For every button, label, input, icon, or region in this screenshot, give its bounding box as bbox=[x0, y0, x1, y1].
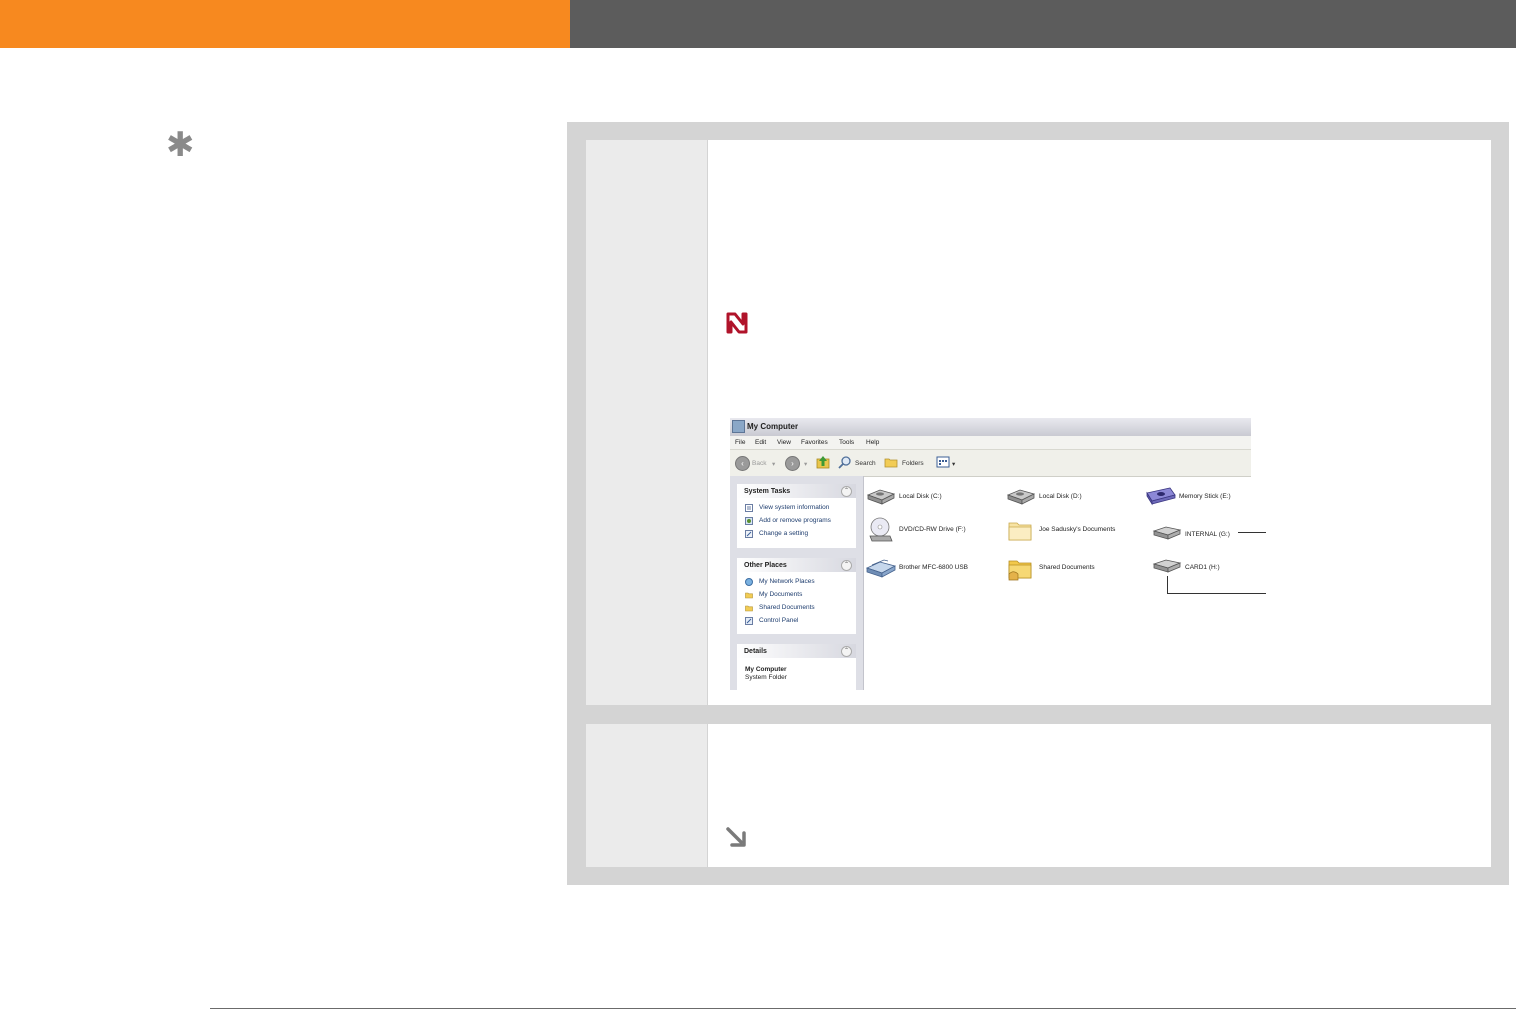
network-globe-icon bbox=[745, 578, 753, 586]
system-tasks-panel: System Tasks ⌃ View system information A… bbox=[737, 484, 856, 548]
step-number-cell bbox=[586, 724, 707, 867]
collapse-chevron-icon[interactable]: ⌃ bbox=[841, 646, 852, 657]
control-panel-icon bbox=[745, 617, 753, 625]
views-dropdown-icon[interactable]: ▾ bbox=[952, 460, 955, 468]
header-bar-gray bbox=[570, 0, 1516, 48]
asterisk-icon: ✱ bbox=[166, 125, 195, 165]
memory-stick-icon bbox=[1146, 487, 1176, 506]
toolbar: ‹ Back ▾ › ▾ Search Folders ▾ bbox=[730, 450, 1251, 477]
menu-edit[interactable]: Edit bbox=[755, 439, 766, 446]
menu-view[interactable]: View bbox=[777, 439, 791, 446]
views-icon[interactable] bbox=[936, 455, 950, 469]
back-dropdown-icon[interactable]: ▾ bbox=[772, 460, 775, 468]
arrow-down-right-icon bbox=[726, 827, 746, 847]
details-title: Details bbox=[744, 648, 767, 655]
removable-drive-icon bbox=[1152, 526, 1182, 540]
callout-line-card-vertical bbox=[1167, 576, 1168, 594]
callout-line-card-horizontal bbox=[1167, 593, 1266, 594]
other-places-title: Other Places bbox=[744, 562, 787, 569]
folders-button-label[interactable]: Folders bbox=[902, 460, 924, 467]
collapse-chevron-icon[interactable]: ⌃ bbox=[841, 486, 852, 497]
header-bar-orange bbox=[0, 0, 570, 48]
menu-file[interactable]: File bbox=[735, 439, 745, 446]
collapse-chevron-icon[interactable]: ⌃ bbox=[841, 560, 852, 571]
menu-tools[interactable]: Tools bbox=[839, 439, 854, 446]
info-document-icon bbox=[745, 504, 753, 512]
step-number-cell bbox=[586, 140, 707, 705]
search-button-label[interactable]: Search bbox=[855, 460, 876, 467]
other-places-panel: Other Places ⌃ My Network Places My Docu… bbox=[737, 558, 856, 634]
folder-icon bbox=[745, 605, 753, 612]
task-pane: System Tasks ⌃ View system information A… bbox=[730, 476, 864, 690]
up-folder-icon[interactable] bbox=[816, 455, 830, 469]
settings-icon bbox=[745, 530, 753, 538]
back-arrow-icon[interactable]: ‹ bbox=[735, 456, 750, 471]
details-name: My Computer bbox=[745, 666, 787, 673]
folder-icon bbox=[745, 592, 753, 599]
search-icon[interactable] bbox=[838, 455, 852, 469]
hard-drive-icon bbox=[1006, 489, 1036, 505]
system-tasks-title: System Tasks bbox=[744, 488, 791, 495]
forward-dropdown-icon[interactable]: ▾ bbox=[804, 460, 807, 468]
window-title: My Computer bbox=[747, 422, 799, 431]
details-type: System Folder bbox=[745, 674, 787, 681]
shared-folder-icon bbox=[1008, 560, 1032, 581]
hard-drive-icon bbox=[866, 489, 896, 505]
programs-icon bbox=[745, 517, 753, 525]
note-icon bbox=[726, 312, 748, 334]
computer-icon bbox=[732, 420, 745, 433]
title-bar: My Computer bbox=[730, 418, 1251, 436]
folder-icon bbox=[1008, 522, 1032, 541]
folders-icon[interactable] bbox=[884, 455, 898, 469]
scanner-printer-icon bbox=[866, 559, 896, 578]
menu-help[interactable]: Help bbox=[866, 439, 879, 446]
menu-bar: File Edit View Favorites Tools Help bbox=[730, 436, 1251, 450]
step-body-cell bbox=[708, 724, 1491, 867]
callout-line-internal bbox=[1238, 532, 1266, 533]
menu-favorites[interactable]: Favorites bbox=[801, 439, 828, 446]
back-button-label[interactable]: Back bbox=[752, 460, 766, 467]
dvd-drive-icon bbox=[869, 517, 893, 542]
footer-rule bbox=[210, 1008, 1516, 1009]
forward-arrow-icon[interactable]: › bbox=[785, 456, 800, 471]
details-panel: Details ⌃ My Computer System Folder bbox=[737, 644, 856, 690]
my-computer-window: My Computer File Edit View Favorites Too… bbox=[730, 418, 1251, 690]
